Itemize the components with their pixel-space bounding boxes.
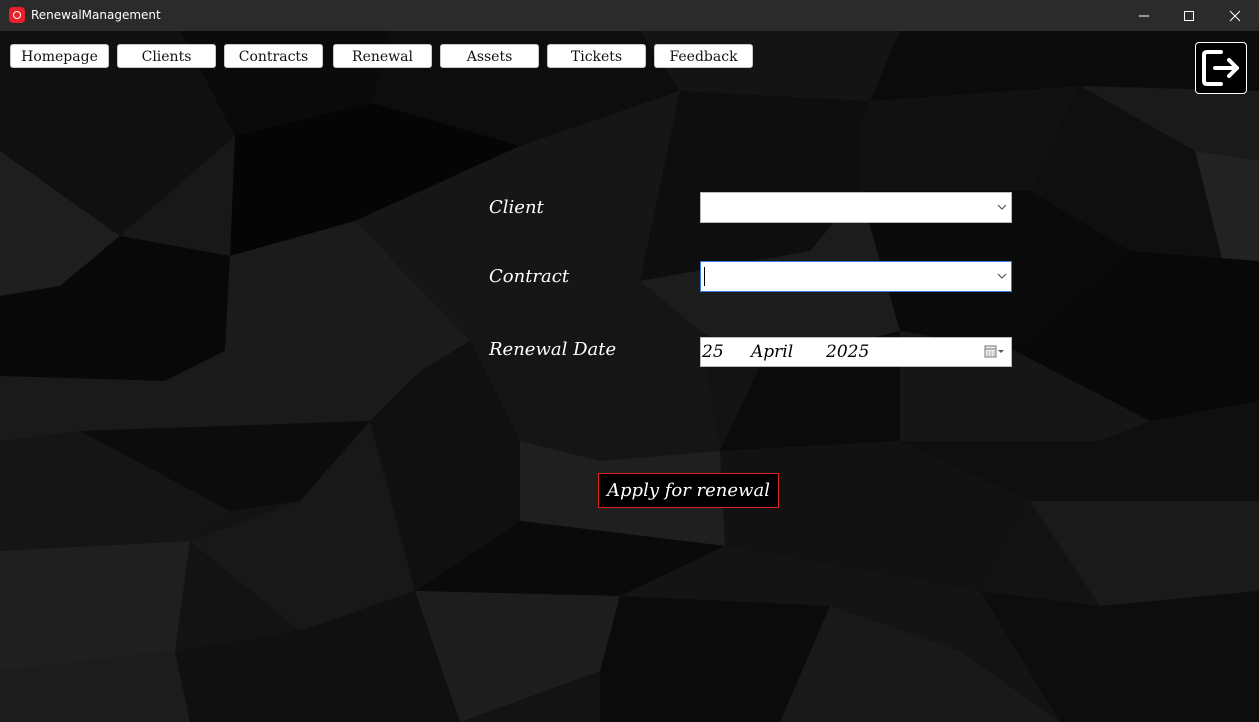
app-window: RenewalManagement Homepage Clients Contr… [0,0,1259,722]
maximize-icon [1184,10,1194,21]
nav-contracts-button[interactable]: Contracts [224,44,323,68]
nav-renewal-button[interactable]: Renewal [333,44,432,68]
client-label: Client [489,197,544,218]
main-content: Homepage Clients Contracts Renewal Asset… [0,31,1259,722]
contract-label: Contract [489,266,570,287]
renewal-date-label: Renewal Date [489,339,617,360]
background-pattern [0,31,1259,722]
logout-button[interactable] [1195,42,1247,94]
nav-tickets-button[interactable]: Tickets [547,44,646,68]
apply-for-renewal-button[interactable]: Apply for renewal [598,473,779,508]
client-dropdown[interactable] [700,192,1012,223]
chevron-down-icon [997,273,1007,279]
logout-icon [1202,50,1239,86]
nav-feedback-button[interactable]: Feedback [654,44,753,68]
nav-assets-button[interactable]: Assets [440,44,539,68]
contract-dropdown[interactable] [700,261,1012,292]
nav-clients-button[interactable]: Clients [117,44,216,68]
minimize-icon [1139,15,1149,16]
maximize-button[interactable] [1166,0,1212,31]
text-caret [704,267,705,286]
minimize-button[interactable] [1121,0,1167,31]
calendar-icon[interactable] [984,345,1006,359]
chevron-down-icon [997,204,1007,210]
date-day[interactable]: 25 [702,342,724,362]
window-title: RenewalManagement [31,8,161,22]
date-year[interactable]: 2025 [826,342,869,362]
app-icon [9,7,25,23]
title-bar: RenewalManagement [0,0,1259,31]
date-month[interactable]: April [751,342,793,362]
close-icon [1229,10,1241,21]
nav-homepage-button[interactable]: Homepage [10,44,109,68]
renewal-date-picker[interactable]: 25 April 2025 [700,337,1012,367]
close-button[interactable] [1212,0,1258,31]
